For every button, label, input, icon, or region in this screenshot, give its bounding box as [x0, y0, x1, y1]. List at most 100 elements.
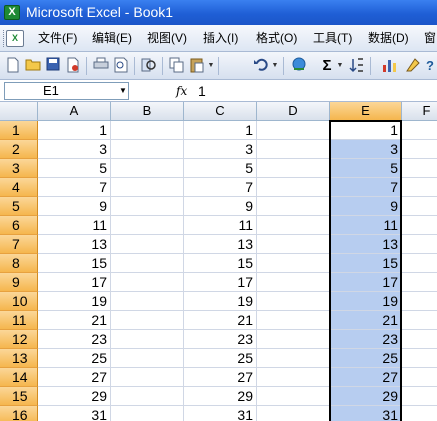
cell-c9[interactable]: 17: [184, 273, 257, 292]
cell-b9[interactable]: [111, 273, 184, 292]
cell-f10[interactable]: [402, 292, 437, 311]
cell-a3[interactable]: 5: [38, 159, 111, 178]
insert-function-icon[interactable]: fx: [176, 82, 192, 100]
autosum-dropdown-icon[interactable]: ▼: [336, 57, 344, 75]
research-icon[interactable]: [140, 57, 158, 75]
row-header[interactable]: 14: [0, 368, 38, 387]
cell-e9[interactable]: 17: [330, 273, 402, 292]
cell-f3[interactable]: [402, 159, 437, 178]
cell-b7[interactable]: [111, 235, 184, 254]
cell-d6[interactable]: [257, 216, 330, 235]
paste-dropdown-icon[interactable]: ▼: [207, 57, 215, 75]
cell-b15[interactable]: [111, 387, 184, 406]
cell-f13[interactable]: [402, 349, 437, 368]
cell-d8[interactable]: [257, 254, 330, 273]
cell-d9[interactable]: [257, 273, 330, 292]
cell-c15[interactable]: 29: [184, 387, 257, 406]
cell-c12[interactable]: 23: [184, 330, 257, 349]
cell-f15[interactable]: [402, 387, 437, 406]
save-icon[interactable]: [44, 57, 62, 75]
paste-icon[interactable]: [188, 57, 206, 75]
sort-ascending-icon[interactable]: [348, 57, 366, 75]
row-header[interactable]: 2: [0, 140, 38, 159]
undo-icon[interactable]: [252, 57, 270, 75]
menu-insert[interactable]: 插入(I): [203, 25, 238, 52]
cell-b2[interactable]: [111, 140, 184, 159]
cell-e4[interactable]: 7: [330, 178, 402, 197]
cell-a9[interactable]: 17: [38, 273, 111, 292]
cell-a4[interactable]: 7: [38, 178, 111, 197]
menu-window[interactable]: 窗: [424, 25, 436, 52]
cell-f2[interactable]: [402, 140, 437, 159]
cell-c14[interactable]: 27: [184, 368, 257, 387]
cell-e7[interactable]: 13: [330, 235, 402, 254]
cell-f4[interactable]: [402, 178, 437, 197]
cell-a14[interactable]: 27: [38, 368, 111, 387]
cell-e12[interactable]: 23: [330, 330, 402, 349]
cell-b8[interactable]: [111, 254, 184, 273]
cell-c10[interactable]: 19: [184, 292, 257, 311]
cell-f8[interactable]: [402, 254, 437, 273]
cell-c16[interactable]: 31: [184, 406, 257, 421]
cell-b13[interactable]: [111, 349, 184, 368]
cell-a12[interactable]: 23: [38, 330, 111, 349]
cell-c8[interactable]: 15: [184, 254, 257, 273]
row-header[interactable]: 3: [0, 159, 38, 178]
row-header[interactable]: 9: [0, 273, 38, 292]
cell-d16[interactable]: [257, 406, 330, 421]
row-header[interactable]: 16: [0, 406, 38, 421]
cell-a16[interactable]: 31: [38, 406, 111, 421]
cell-d4[interactable]: [257, 178, 330, 197]
row-header[interactable]: 8: [0, 254, 38, 273]
cell-f6[interactable]: [402, 216, 437, 235]
column-header-b[interactable]: B: [111, 102, 184, 121]
cell-f14[interactable]: [402, 368, 437, 387]
cell-f12[interactable]: [402, 330, 437, 349]
drawing-icon[interactable]: [404, 57, 422, 75]
cell-b6[interactable]: [111, 216, 184, 235]
select-all-corner[interactable]: [0, 102, 38, 121]
cell-d15[interactable]: [257, 387, 330, 406]
menu-file[interactable]: 文件(F): [38, 25, 77, 52]
column-header-f[interactable]: F: [402, 102, 437, 121]
cell-b1[interactable]: [111, 121, 184, 140]
cell-a1[interactable]: 1: [38, 121, 111, 140]
menu-data[interactable]: 数据(D): [368, 25, 409, 52]
column-header-e[interactable]: E: [330, 102, 402, 121]
cell-b3[interactable]: [111, 159, 184, 178]
autosum-icon[interactable]: Σ: [318, 57, 336, 75]
excel-app-icon[interactable]: X: [4, 5, 20, 20]
cell-c11[interactable]: 21: [184, 311, 257, 330]
permission-icon[interactable]: [64, 57, 82, 75]
cell-d14[interactable]: [257, 368, 330, 387]
cell-d3[interactable]: [257, 159, 330, 178]
cell-d1[interactable]: [257, 121, 330, 140]
help-icon[interactable]: ?: [421, 57, 437, 75]
row-header[interactable]: 5: [0, 197, 38, 216]
cell-f9[interactable]: [402, 273, 437, 292]
chart-wizard-icon[interactable]: [381, 57, 399, 75]
cell-b11[interactable]: [111, 311, 184, 330]
row-header[interactable]: 13: [0, 349, 38, 368]
menu-format[interactable]: 格式(O): [256, 25, 297, 52]
cell-b16[interactable]: [111, 406, 184, 421]
cell-a5[interactable]: 9: [38, 197, 111, 216]
row-header[interactable]: 6: [0, 216, 38, 235]
print-icon[interactable]: [92, 57, 110, 75]
column-header-a[interactable]: A: [38, 102, 111, 121]
row-header[interactable]: 15: [0, 387, 38, 406]
copy-icon[interactable]: [168, 57, 186, 75]
cell-e16[interactable]: 31: [330, 406, 402, 421]
name-box-dropdown-icon[interactable]: ▼: [117, 82, 129, 100]
cell-e1[interactable]: 1: [330, 121, 402, 140]
cell-d11[interactable]: [257, 311, 330, 330]
cell-e14[interactable]: 27: [330, 368, 402, 387]
cell-a11[interactable]: 21: [38, 311, 111, 330]
cell-d2[interactable]: [257, 140, 330, 159]
cell-c4[interactable]: 7: [184, 178, 257, 197]
row-header[interactable]: 4: [0, 178, 38, 197]
print-preview-icon[interactable]: [112, 57, 130, 75]
cell-c1[interactable]: 1: [184, 121, 257, 140]
cell-f11[interactable]: [402, 311, 437, 330]
menu-bar-grip[interactable]: [3, 30, 5, 47]
